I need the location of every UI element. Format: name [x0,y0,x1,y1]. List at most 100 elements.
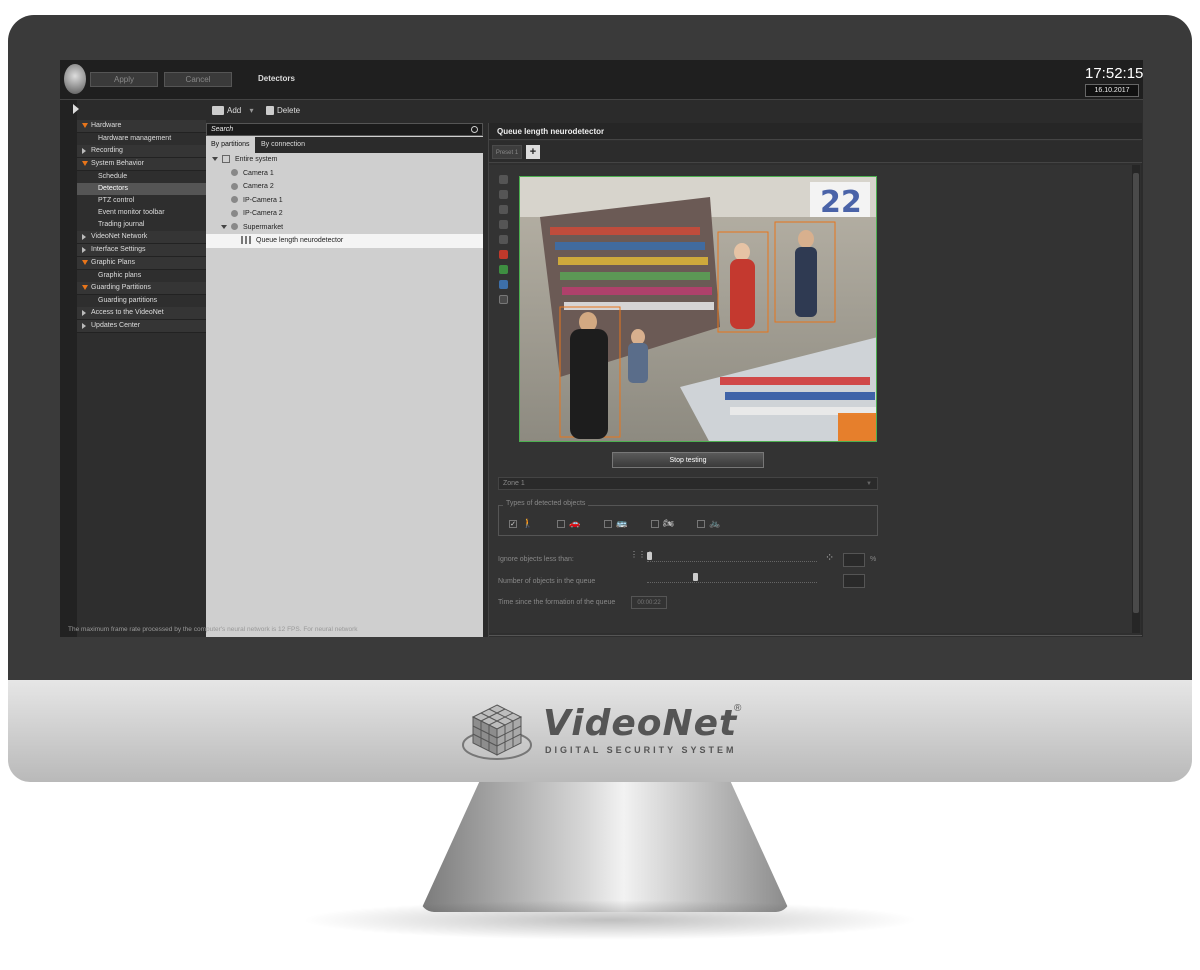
person-checkbox[interactable]: ✓ [509,520,517,528]
large-dots-icon: ⁘ [825,552,835,564]
sidebar-group-label: VideoNet Network [91,233,148,240]
sidebar-item[interactable]: Guarding partitions [77,295,206,307]
add-preset-button[interactable]: + [526,145,540,159]
system-icon [222,155,230,164]
ignore-size-input[interactable] [843,553,865,567]
sidebar-group[interactable]: Updates Center [77,320,206,333]
sidebar-item[interactable]: Schedule [77,171,206,183]
object-tree: Entire system Camera 1 Camera 2 IP-Camer… [206,153,483,248]
search-input[interactable]: Search [206,123,483,136]
tree-node-supermarket[interactable]: Supermarket [206,221,483,235]
brand-tagline: DIGITAL SECURITY SYSTEM [545,745,737,755]
sidebar-group[interactable]: Access to the VideoNet [77,307,206,320]
preset-tab[interactable]: Preset 1 [492,145,522,159]
tree-node-queue-detector[interactable]: Queue length neurodetector [206,234,483,248]
stop-testing-button[interactable]: Stop testing [612,452,764,468]
expand-arrow-icon[interactable] [73,104,79,114]
camera-icon [231,169,238,177]
page-title: Detectors [258,74,295,83]
queue-count-input[interactable] [843,574,865,588]
sidebar-group[interactable]: Guarding Partitions [77,282,206,295]
apply-button[interactable]: Apply [90,72,158,87]
tree-node-camera[interactable]: Camera 1 [206,167,483,181]
clear-zone-icon[interactable] [499,295,508,304]
sidebar-item[interactable]: Graphic plans [77,270,206,282]
monitor-stand [420,782,790,912]
queue-count-slider[interactable] [647,573,817,583]
tab-by-connection[interactable]: By connection [256,137,310,153]
tree-expand-icon[interactable] [221,224,227,229]
tree-node-camera[interactable]: Camera 2 [206,180,483,194]
tool-icon[interactable] [499,175,508,184]
tool-icon[interactable] [499,220,508,229]
bus-checkbox[interactable] [604,520,612,528]
queue-time-label: Time since the formation of the queue [498,599,616,606]
ignore-size-slider[interactable] [647,552,817,562]
delete-button[interactable]: Delete [266,106,300,116]
sidebar-item[interactable]: Hardware management [77,133,206,145]
tree-node-entire-system[interactable]: Entire system [206,153,483,167]
sidebar-group-label: Hardware [91,122,122,129]
camera-preview[interactable]: 22 [519,176,877,442]
zone-select[interactable]: Zone 1 ▼ [498,477,878,490]
bicycle-icon: 🚲 [709,518,721,528]
sidebar-item[interactable]: Trading journal [77,219,206,231]
car-icon: 🚗 [569,518,581,528]
detector-settings-panel: Queue length neurodetector Preset 1 + 22… [488,123,1142,637]
tool-icon[interactable] [499,205,508,214]
sidebar-group[interactable]: Hardware [77,120,206,133]
add-dropdown-icon[interactable]: ▾ [249,106,253,115]
tree-node-label: Entire system [235,156,278,163]
supermarket-scene-image: 22 [520,177,876,441]
tree-tabs: By partitions By connection [206,137,483,153]
monitor: VideoNet ® DIGITAL SECURITY SYSTEM Apply… [0,0,1200,970]
slider-handle[interactable] [647,552,652,560]
trash-icon [266,106,274,116]
car-checkbox[interactable] [557,520,565,528]
collapse-strip[interactable] [60,100,77,637]
tool-icon[interactable] [499,235,508,244]
queue-time-input[interactable]: 00:00:22 [631,596,667,609]
tree-expand-icon[interactable] [212,157,218,162]
percent-label: % [870,556,877,563]
sidebar-group-label: System Behavior [91,160,144,167]
sidebar-group[interactable]: System Behavior [77,158,206,171]
bicycle-checkbox[interactable] [697,520,705,528]
preset-bar: Preset 1 + [489,141,1142,163]
tree-node-label: IP-Camera 2 [243,210,283,217]
search-icon[interactable] [471,126,478,133]
motorcycle-checkbox[interactable] [651,520,659,528]
tool-icon[interactable] [499,190,508,199]
camera-icon [231,223,238,231]
tree-node-label: Queue length neurodetector [256,237,344,244]
expanded-triangle-icon [82,260,88,265]
sidebar-group[interactable]: Graphic Plans [77,257,206,270]
sidebar-item[interactable]: Detectors [77,183,206,195]
green-zone-icon[interactable] [499,265,508,274]
tree-node-camera[interactable]: IP-Camera 1 [206,194,483,208]
sidebar-item[interactable]: PTZ control [77,195,206,207]
add-button[interactable]: Add ▾ [212,106,253,116]
expanded-triangle-icon [82,285,88,290]
detector-workarea: 22 Stop testing Zone 1 ▼ Types of detect… [489,165,1132,633]
tree-node-camera[interactable]: IP-Camera 2 [206,207,483,221]
cancel-button[interactable]: Cancel [164,72,232,87]
scrollbar-thumb[interactable] [1133,173,1139,613]
sidebar-group-label: Graphic Plans [91,259,135,266]
sidebar-group[interactable]: Recording [77,145,206,158]
slider-handle[interactable] [693,573,698,581]
object-tree-panel: Search By partitions By connection Entir… [206,123,483,637]
collapsed-triangle-icon [82,323,86,329]
sidebar-group[interactable]: Interface Settings [77,244,206,257]
blue-zone-icon[interactable] [499,280,508,289]
collapsed-triangle-icon [82,247,86,253]
camera-icon [231,196,238,204]
tab-by-partitions[interactable]: By partitions [206,137,255,153]
sidebar-item[interactable]: Event monitor toolbar [77,207,206,219]
scrollbar[interactable] [1132,165,1140,633]
sidebar-group-label: Recording [91,147,123,154]
sidebar-group[interactable]: VideoNet Network [77,231,206,244]
red-zone-icon[interactable] [499,250,508,259]
user-avatar-icon[interactable] [64,64,86,94]
camera-icon [231,209,238,217]
